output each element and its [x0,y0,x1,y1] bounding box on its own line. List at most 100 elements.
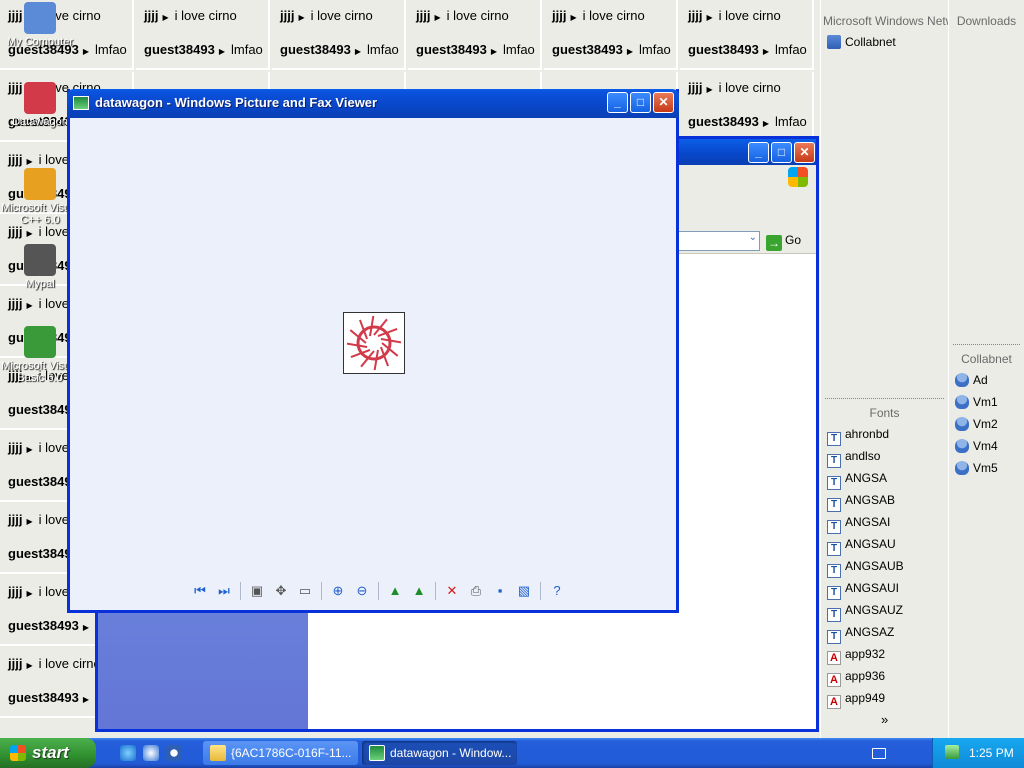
font-item[interactable]: T ANGSAU [827,534,896,556]
explorer-close-button[interactable]: ✕ [794,142,815,163]
chat-message: i love cirno [310,8,373,23]
zoom-in-icon[interactable]: ⊕ [328,581,348,601]
computer-icon [24,2,56,34]
save-icon[interactable]: ▪ [490,581,510,601]
chat-username: guest38493 [688,42,759,57]
address-dropdown-icon[interactable]: ⌄ [749,232,757,243]
network-item-label: Collabnet [845,35,896,49]
image-ring [356,325,392,361]
delete-icon[interactable]: ✕ [442,581,462,601]
toolbar-separator [378,582,379,600]
chat-line: jjjj▶ i love cirno [552,8,645,23]
chat-message: lmfao [638,42,671,57]
system-tray: 1:25 PM [932,738,1024,768]
viewer-minimize-button[interactable]: _ [607,92,628,113]
chat-message: i love cirno [38,656,101,671]
rotate-clockwise-icon[interactable]: ▲ [385,581,405,601]
explorer-minimize-button[interactable]: _ [748,142,769,163]
font-item[interactable]: T ANGSAUI [827,578,899,600]
collabnet-panel: Collabnet Ad Vm1 Vm2 Vm4 Vm5 [948,340,1024,738]
network-tray-icon[interactable] [945,745,959,759]
collabnet-item[interactable]: Vm4 [955,436,998,456]
picture-viewer-window: datawagon - Windows Picture and Fax View… [67,89,679,613]
chat-username: jjjj [8,440,23,455]
viewer-maximize-button[interactable]: □ [630,92,651,113]
font-item[interactable]: Aapp936 [827,666,885,687]
slideshow-icon[interactable]: ▭ [295,581,315,601]
collabnet-item[interactable]: Vm5 [955,458,998,478]
print-icon[interactable]: ⎙ [466,581,486,601]
collabnet-item[interactable]: Vm1 [955,392,998,412]
chat-line: guest38493 ▶ lmfao [552,42,671,57]
keyboard-icon[interactable] [872,748,886,759]
arrow-icon: ▶ [26,517,33,526]
previous-image-icon[interactable]: ⏮ [190,581,210,601]
help-icon[interactable]: ? [547,581,567,601]
arrow-icon: ▶ [706,85,713,94]
truetype-font-icon: T [827,432,841,446]
network-panel-title: Microsoft Windows Network [823,14,948,28]
font-item[interactable]: Tandlso [827,446,880,468]
open-for-editing-icon[interactable]: ▧ [514,581,534,601]
network-panel: Microsoft Windows Network Collabnet [820,0,948,396]
viewer-window-title: datawagon - Windows Picture and Fax View… [95,95,378,110]
font-item[interactable]: T ANGSAUB [827,556,904,578]
displayed-image[interactable] [343,312,405,374]
chat-tile: jjjj▶i love cirno guest38493▶lmfao [544,0,678,70]
chat-username: jjjj [552,8,567,23]
chat-line: guest38493▶ [8,618,95,633]
font-item[interactable]: Aapp932 [827,644,885,665]
collabnet-item-label: Ad [973,373,988,387]
downloads-panel-title: Downloads [956,14,1017,28]
chat-username: guest38493 [688,114,759,129]
viewer-close-button[interactable]: ✕ [653,92,674,113]
taskbar-button-viewer[interactable]: datawagon - Window... [362,741,517,765]
actual-size-icon[interactable]: ✥ [271,581,291,601]
font-item[interactable]: T ANGSAZ [827,622,894,644]
media-player-icon[interactable] [166,745,182,761]
visual-basic-icon [24,326,56,358]
rotate-counterclockwise-icon[interactable]: ▲ [409,581,429,601]
font-item[interactable]: Aapp949 [827,688,886,709]
chat-tile: jjjj▶i love cirnoguest38493▶lmfao [136,0,270,70]
outlook-express-icon[interactable] [143,745,159,761]
font-item[interactable]: T ANGSAI [827,512,890,534]
collabnet-item-label: Vm2 [973,417,998,431]
user-icon [955,373,969,387]
font-item[interactable]: T ANGSAUZ [827,600,903,622]
font-item-label: ahronbd [845,427,890,441]
font-item[interactable]: T ANGSAB [827,490,895,512]
more-items-chevron-icon[interactable]: » [881,712,888,727]
chat-username: jjjj [416,8,431,23]
chat-username: guest38493 [552,42,623,57]
best-fit-icon[interactable]: ▣ [247,581,267,601]
start-button[interactable]: start [0,738,96,768]
font-item[interactable]: Tahronbd [827,424,890,446]
chat-username: guest38493 [144,42,215,57]
chat-line: guest38493 ▶ lmfao [688,42,807,57]
clock[interactable]: 1:25 PM [969,738,1014,768]
explorer-maximize-button[interactable]: □ [771,142,792,163]
collabnet-panel-title: Collabnet [961,352,1012,366]
datawagon-image-graphic [346,315,402,371]
collabnet-item[interactable]: Vm2 [955,414,998,434]
taskbar-button-explorer[interactable]: {6AC1786C-016F-11... [203,741,358,765]
chat-message: lmfao [94,42,127,57]
next-image-icon[interactable]: ⏭ [214,581,234,601]
chat-line: jjjj▶ i love cirno [688,8,781,23]
toolbar-separator [240,582,241,600]
desktop-icon-computer[interactable]: My Computer [0,2,80,48]
font-item[interactable]: T ANGSA [827,468,887,490]
network-item-collabnet[interactable]: Collabnet [827,32,896,52]
chat-username: jjjj [8,152,23,167]
go-button[interactable]: → Go [766,231,801,251]
collabnet-item[interactable]: Ad [955,370,988,390]
viewer-titlebar[interactable]: datawagon - Windows Picture and Fax View… [67,89,679,118]
truetype-font-icon: T [827,608,841,622]
font-item-label: app949 [845,691,886,705]
picture-viewer-app-icon [73,96,89,110]
zoom-out-icon[interactable]: ⊖ [352,581,372,601]
chat-username: guest38493 [416,42,487,57]
chat-message: lmfao [774,114,807,129]
internet-explorer-icon[interactable] [120,745,136,761]
